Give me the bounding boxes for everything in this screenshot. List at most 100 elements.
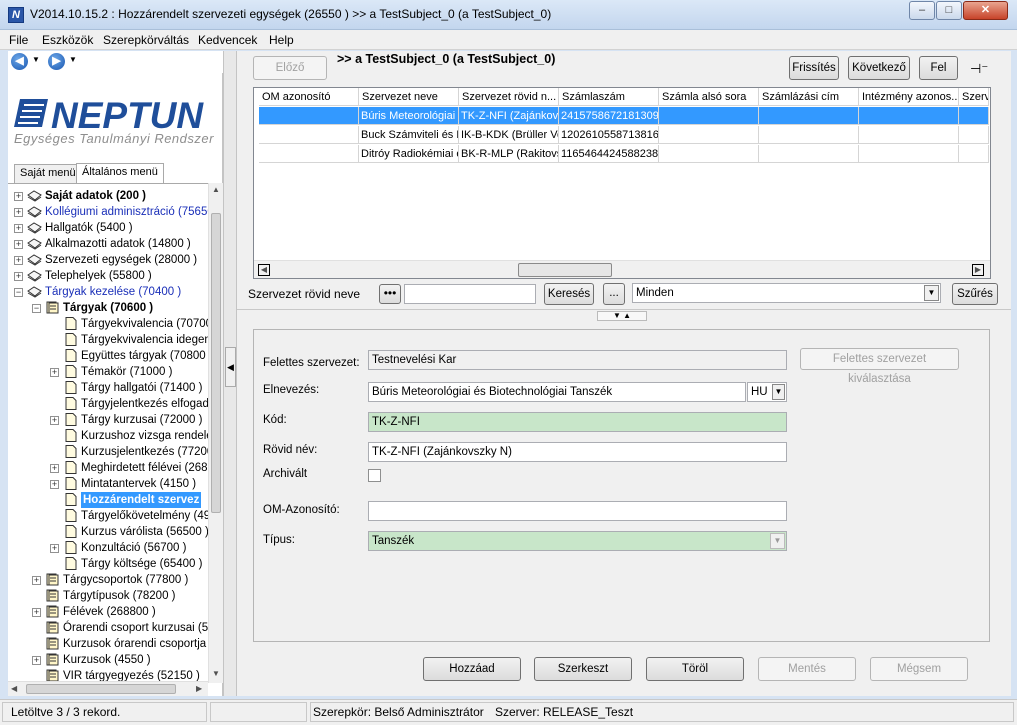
tree-item[interactable]: Tárgyjelentkezés elfogadá <box>8 396 208 412</box>
expand-icon[interactable]: + <box>14 240 23 249</box>
expand-icon[interactable]: + <box>50 416 59 425</box>
column-header[interactable]: Számlázási cím <box>759 88 859 106</box>
table-row[interactable]: Búris Meteorológiai é TK-Z-NFI (Zajánkov 2… <box>254 107 992 125</box>
tab-general-menu[interactable]: Általános menü <box>76 163 164 183</box>
maximize-button[interactable]: □ <box>936 1 962 20</box>
column-header[interactable]: Intézmény azonos... <box>859 88 959 106</box>
tree-item[interactable]: Tárgy költsége (65400 ) <box>8 556 208 572</box>
tree-horizontal-scrollbar[interactable]: ◀ ▶ <box>8 681 208 696</box>
forward-dropdown-icon[interactable]: ▼ <box>69 55 77 64</box>
minimize-button[interactable]: – <box>909 1 935 20</box>
archived-checkbox[interactable] <box>368 469 381 482</box>
column-header[interactable]: Számlaszám <box>559 88 659 106</box>
name-field[interactable]: Búris Meteorológiai és Biotechnológiai T… <box>368 382 746 402</box>
expand-icon[interactable]: + <box>14 192 23 201</box>
search-button[interactable]: Keresés <box>544 283 594 305</box>
tree-item[interactable]: + Félévek (268800 ) <box>8 604 208 620</box>
back-arrow-icon[interactable]: ◀ <box>11 53 28 70</box>
column-header[interactable]: Szerv <box>959 88 989 106</box>
tree-item[interactable]: + Tárgycsoportok (77800 ) <box>8 572 208 588</box>
tree-item[interactable]: + Témakör (71000 ) <box>8 364 208 380</box>
tree-item[interactable]: Tárgyekvivalencia (70700 <box>8 316 208 332</box>
edit-button[interactable]: Szerkeszt <box>534 657 632 681</box>
tree-item[interactable]: − Tárgyak kezelése (70400 ) <box>8 284 208 300</box>
expand-icon[interactable]: + <box>50 368 59 377</box>
column-header[interactable]: Szervezet neve <box>359 88 459 106</box>
chevron-down-icon[interactable]: ▼ <box>770 533 785 549</box>
chevron-down-icon[interactable]: ▼ <box>924 285 939 301</box>
tree-item[interactable]: + Alkalmazotti adatok (14800 ) <box>8 236 208 252</box>
add-button[interactable]: Hozzáad <box>423 657 521 681</box>
tree-item[interactable]: + Telephelyek (55800 ) <box>8 268 208 284</box>
column-header[interactable]: OM azonosító <box>259 88 359 106</box>
expand-icon[interactable]: + <box>32 608 41 617</box>
tree-item[interactable]: Tárgytípusok (78200 ) <box>8 588 208 604</box>
filter-button[interactable]: Szűrés <box>952 283 998 305</box>
panel-splitter[interactable]: ◀ <box>223 51 237 696</box>
grid-horizontal-scrollbar[interactable]: ◀ ▶ <box>254 260 990 278</box>
menu-favorites[interactable]: Kedvencek <box>198 33 257 47</box>
column-header[interactable]: Számla alsó sora <box>659 88 759 106</box>
tree-item[interactable]: Kurzus várólista (56500 ) <box>8 524 208 540</box>
tree-item[interactable]: Kurzusok órarendi csoportja (5 <box>8 636 208 652</box>
close-button[interactable]: ✕ <box>963 1 1008 20</box>
collapse-expand-toggle[interactable]: ▼ ▲ <box>597 311 647 321</box>
refresh-button[interactable]: Frissítés <box>789 56 839 80</box>
column-header[interactable]: Szervezet rövid n... <box>459 88 559 106</box>
collapse-icon[interactable]: − <box>32 304 41 313</box>
om-id-field[interactable] <box>368 501 787 521</box>
language-select[interactable]: HU ▼ <box>747 382 787 402</box>
delete-button[interactable]: Töröl <box>646 657 744 681</box>
tree-item[interactable]: − Tárgyak (70600 ) <box>8 300 208 316</box>
tree-item[interactable]: + Kollégiumi adminisztráció (75650 <box>8 204 208 220</box>
expand-icon[interactable]: + <box>50 464 59 473</box>
expand-icon[interactable]: + <box>14 224 23 233</box>
table-row[interactable]: Buck Számviteli és E IK-B-KDK (Brüller Ve… <box>254 126 992 144</box>
next-button[interactable]: Következő <box>848 56 910 80</box>
up-button[interactable]: Fel <box>919 56 958 80</box>
tree-item[interactable]: Kurzusjelentkezés (77200 <box>8 444 208 460</box>
menu-file[interactable]: File <box>9 33 28 47</box>
expand-icon[interactable]: + <box>14 272 23 281</box>
tree-item[interactable]: Tárgy hallgatói (71400 ) <box>8 380 208 396</box>
code-field[interactable]: TK-Z-NFI <box>368 412 787 432</box>
collapse-icon[interactable]: − <box>14 288 23 297</box>
tree-item[interactable]: + Hallgatók (5400 ) <box>8 220 208 236</box>
pin-icon[interactable]: ⊣⁻ <box>970 61 988 77</box>
collapse-left-panel-icon[interactable]: ◀ <box>225 347 236 387</box>
filter-field-picker-button[interactable]: ••• <box>379 284 401 304</box>
cancel-button[interactable]: Mégsem <box>870 657 968 681</box>
expand-icon[interactable]: + <box>14 256 23 265</box>
menu-help[interactable]: Help <box>269 33 294 47</box>
tree-item[interactable]: + Tárgy kurzusai (72000 ) <box>8 412 208 428</box>
search-options-button[interactable]: ... <box>603 283 625 305</box>
forward-arrow-icon[interactable]: ▶ <box>48 53 65 70</box>
table-row[interactable]: Ditróy Radiokémiai é BK-R-MLP (Rakitovs 11… <box>254 145 992 163</box>
filter-input[interactable] <box>404 284 536 304</box>
tree-item[interactable]: + Szervezeti egységek (28000 ) <box>8 252 208 268</box>
previous-button[interactable]: Előző <box>253 56 327 80</box>
expand-icon[interactable]: + <box>32 656 41 665</box>
tree-item[interactable]: + Konzultáció (56700 ) <box>8 540 208 556</box>
back-dropdown-icon[interactable]: ▼ <box>32 55 40 64</box>
tree-vertical-scrollbar[interactable]: ▲ ▼ <box>208 183 223 683</box>
save-button[interactable]: Mentés <box>758 657 856 681</box>
chevron-down-icon[interactable]: ▼ <box>772 384 785 400</box>
scope-select[interactable]: Minden ▼ <box>632 283 941 303</box>
tree-item[interactable]: Órarendi csoport kurzusai (55 <box>8 620 208 636</box>
tree-item[interactable]: + Meghirdetett félévei (2680 <box>8 460 208 476</box>
select-parent-org-button[interactable]: Felettes szervezet kiválasztása <box>800 348 959 385</box>
menu-tools[interactable]: Eszközök <box>42 33 93 47</box>
tab-own-menu[interactable]: Saját menü <box>14 164 82 183</box>
tree-item[interactable]: + Kurzusok (4550 ) <box>8 652 208 668</box>
expand-icon[interactable]: + <box>14 208 23 217</box>
expand-icon[interactable]: + <box>50 544 59 553</box>
tree-item[interactable]: + Saját adatok (200 ) <box>8 188 208 204</box>
expand-icon[interactable]: + <box>50 480 59 489</box>
tree-item[interactable]: Tárgyekvivalencia idegen <box>8 332 208 348</box>
tree-item[interactable]: + Mintatantervek (4150 ) <box>8 476 208 492</box>
tree-item[interactable]: Együttes tárgyak (70800 <box>8 348 208 364</box>
tree-item[interactable]: Hozzárendelt szervez <box>8 492 208 508</box>
menu-role-switch[interactable]: Szerepkörváltás <box>103 33 189 47</box>
tree-item[interactable]: Tárgyelőkövetelmény (49 <box>8 508 208 524</box>
